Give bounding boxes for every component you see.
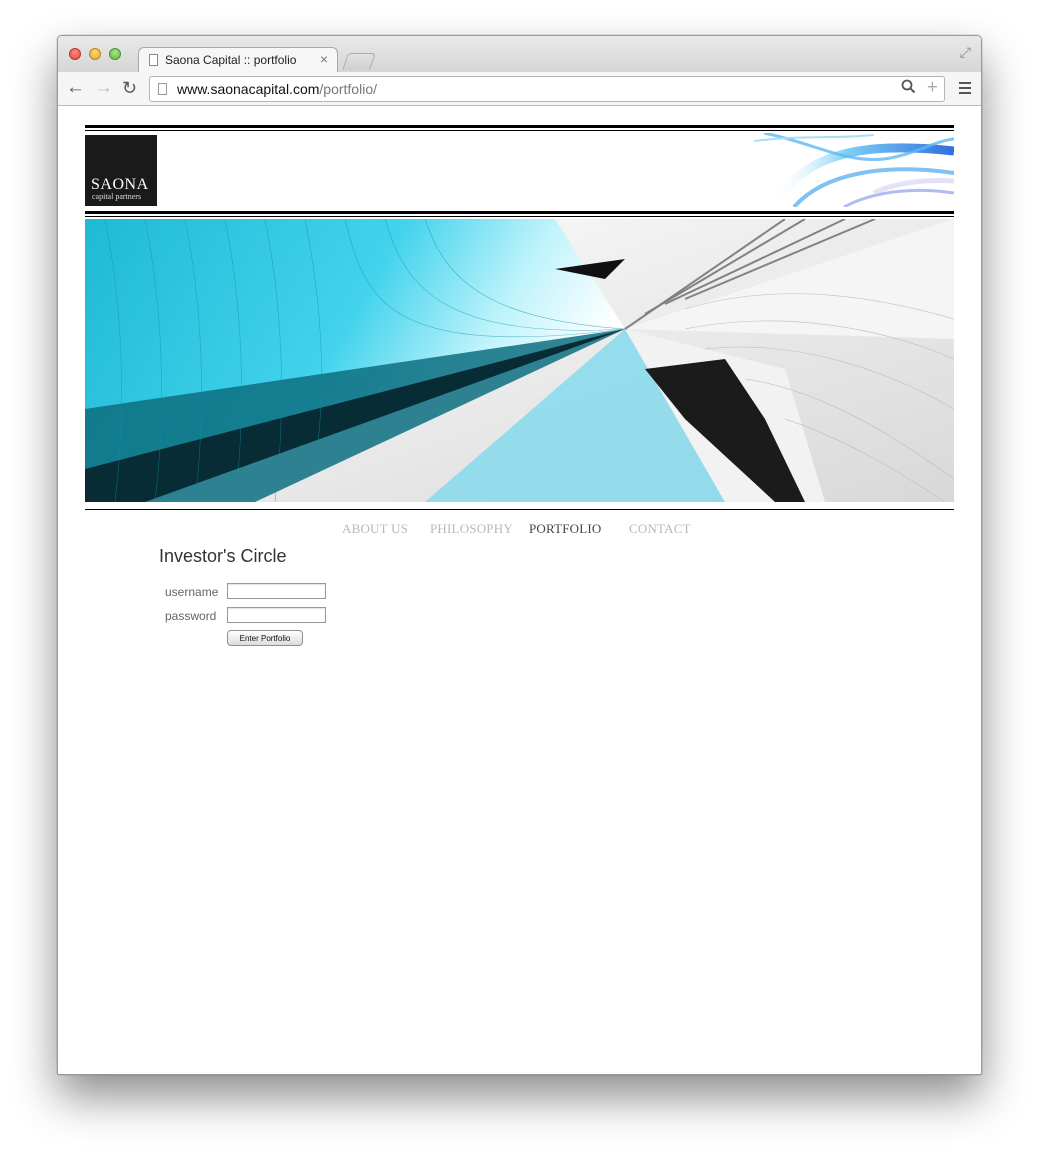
divider xyxy=(85,130,954,131)
site-header: SAONA capital partners xyxy=(85,133,954,207)
logo-sub-text: capital partners xyxy=(92,192,142,201)
reload-icon[interactable]: ↻ xyxy=(122,77,137,99)
window-close-button[interactable] xyxy=(69,48,81,60)
window-minimize-button[interactable] xyxy=(89,48,101,60)
browser-window: Saona Capital :: portfolio × ⤢ ← → ↻ www… xyxy=(57,35,982,1075)
header-swirl-graphic xyxy=(754,133,954,207)
tab-title: Saona Capital :: portfolio xyxy=(165,53,297,67)
divider xyxy=(85,509,954,510)
fullscreen-icon[interactable]: ⤢ xyxy=(960,44,971,61)
url-text[interactable]: www.saonacapital.com/portfolio/ xyxy=(177,81,377,97)
search-icon[interactable] xyxy=(901,79,916,98)
divider xyxy=(85,216,954,217)
page-icon xyxy=(158,83,167,95)
new-tab-button[interactable] xyxy=(342,53,376,70)
enter-portfolio-button[interactable]: Enter Portfolio xyxy=(227,630,303,646)
password-input[interactable] xyxy=(227,607,326,623)
username-input[interactable] xyxy=(227,583,326,599)
nav-contact[interactable]: CONTACT xyxy=(629,521,691,537)
nav-about-us[interactable]: ABOUT US xyxy=(342,521,408,537)
nav-portfolio[interactable]: PORTFOLIO xyxy=(529,521,602,537)
password-label: password xyxy=(165,609,217,623)
site-logo[interactable]: SAONA capital partners xyxy=(85,135,157,206)
browser-toolbar: ← → ↻ www.saonacapital.com/portfolio/ + xyxy=(58,72,981,106)
page-icon xyxy=(149,54,158,66)
tab-active[interactable]: Saona Capital :: portfolio × xyxy=(138,47,338,73)
nav-philosophy[interactable]: PHILOSOPHY xyxy=(430,521,513,537)
divider xyxy=(85,125,954,128)
url-host: www.saonacapital.com xyxy=(177,81,320,97)
forward-icon[interactable]: → xyxy=(94,77,113,99)
page-content: SAONA capital partners ABOUT US PHILOSOP… xyxy=(58,106,981,1074)
back-icon[interactable]: ← xyxy=(66,77,85,99)
tab-close-icon[interactable]: × xyxy=(320,51,328,67)
address-bar[interactable]: www.saonacapital.com/portfolio/ + xyxy=(149,76,945,102)
hero-banner-image xyxy=(85,219,954,502)
menu-icon[interactable] xyxy=(959,82,971,97)
username-label: username xyxy=(165,585,219,599)
divider xyxy=(85,211,954,214)
window-maximize-button[interactable] xyxy=(109,48,121,60)
bookmark-icon[interactable]: + xyxy=(927,77,938,99)
url-path: /portfolio/ xyxy=(319,81,377,97)
tab-strip: Saona Capital :: portfolio × ⤢ xyxy=(58,36,981,73)
login-title: Investor's Circle xyxy=(159,546,287,566)
